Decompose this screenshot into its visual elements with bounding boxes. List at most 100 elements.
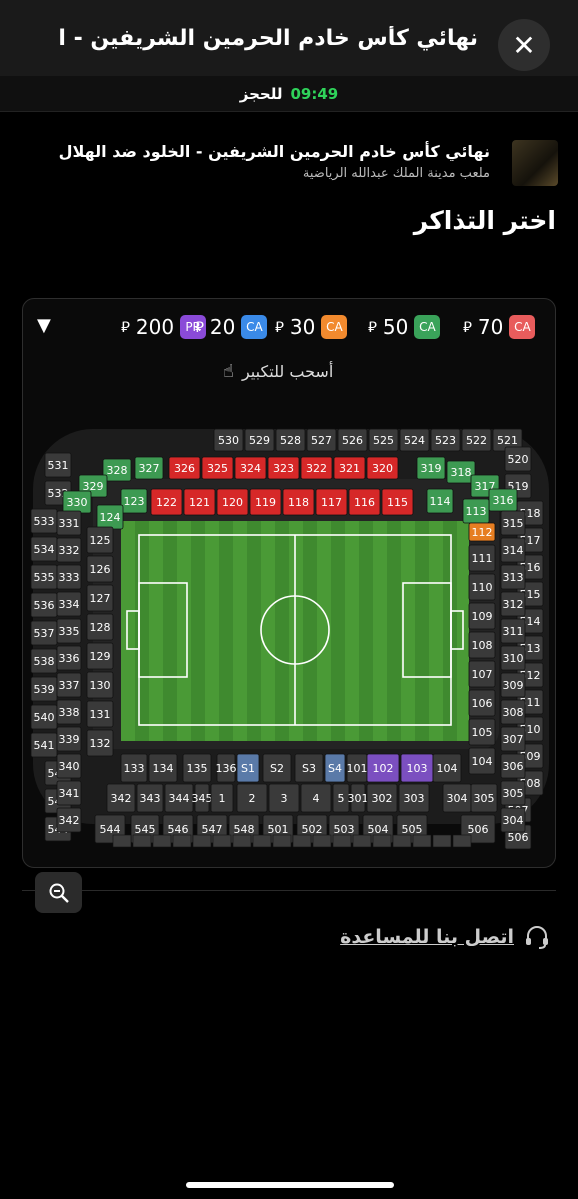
seat-section-316[interactable]: 316 [488,488,518,512]
seat-section-341[interactable]: 341 [56,780,82,806]
seat-section-304[interactable]: 304 [442,783,472,813]
seat-section-302[interactable]: 302 [366,783,398,813]
seat-section-307[interactable]: 307 [500,726,526,752]
seat-section-301[interactable]: 301 [348,783,369,813]
skybox-suite[interactable] [352,834,372,848]
seat-section-128[interactable]: 128 [86,613,114,641]
skybox-suite[interactable] [372,834,392,848]
seat-section-313[interactable]: 313 [500,564,526,590]
seat-section-530[interactable]: 530 [213,428,244,452]
price-option-ca50[interactable]: ⃁ 50 CA [368,315,441,339]
seat-section-327[interactable]: 327 [134,456,164,480]
seat-section-305[interactable]: 305 [500,780,526,806]
seat-section-104[interactable]: 104 [432,753,462,783]
seat-section-310[interactable]: 310 [500,645,526,671]
seat-section-134[interactable]: 134 [148,753,178,783]
seat-section-324[interactable]: 324 [234,456,267,480]
seat-section-114[interactable]: 114 [426,488,454,514]
seat-section-529[interactable]: 529 [244,428,275,452]
price-option-ca70[interactable]: ⃁ 70 CA [463,315,536,339]
skybox-suite[interactable] [412,834,432,848]
seat-section-120[interactable]: 120 [216,488,249,516]
seat-section-S1[interactable]: S1 [236,753,260,783]
seat-section-540[interactable]: 540 [30,704,58,730]
chevron-down-icon[interactable]: ▼ [37,315,51,336]
seat-section-522[interactable]: 522 [461,428,492,452]
seat-section-323[interactable]: 323 [267,456,300,480]
seat-section-121[interactable]: 121 [183,488,216,516]
skybox-suite[interactable] [152,834,172,848]
skybox-suite[interactable] [392,834,412,848]
seat-section-523[interactable]: 523 [430,428,461,452]
seat-section-113[interactable]: 113 [462,498,490,524]
seat-section-125[interactable]: 125 [86,526,114,554]
seat-section-107[interactable]: 107 [468,660,496,688]
seat-section-109[interactable]: 109 [468,602,496,630]
seat-section-320[interactable]: 320 [366,456,399,480]
seat-section-303[interactable]: 303 [398,783,430,813]
seat-section-331[interactable]: 331 [56,510,82,536]
seat-section-534[interactable]: 534 [30,536,58,562]
skybox-suite[interactable] [292,834,312,848]
seat-section-103[interactable]: 103 [400,753,434,783]
seat-section-342[interactable]: 342 [56,807,82,833]
seat-section-101[interactable]: 101 [347,753,368,783]
seat-section-132[interactable]: 132 [86,729,114,757]
seat-section-119[interactable]: 119 [249,488,282,516]
contact-support-link[interactable]: اتصل بنا للمساعدة [340,924,550,950]
stadium-seat-map[interactable]: 5215225235245255265275285295305315325335… [23,419,555,859]
seat-section-325[interactable]: 325 [201,456,234,480]
seat-section-131[interactable]: 131 [86,700,114,728]
seat-section-S3[interactable]: S3 [294,753,324,783]
seat-section-104[interactable]: 104 [468,747,496,775]
skybox-suite[interactable] [312,834,332,848]
seat-section-342[interactable]: 342 [106,783,136,813]
seat-section-332[interactable]: 332 [56,537,82,563]
skybox-suite[interactable] [332,834,352,848]
seat-section-122[interactable]: 122 [150,488,183,516]
seat-section-333[interactable]: 333 [56,564,82,590]
seat-section-115[interactable]: 115 [381,488,414,516]
seat-section-136[interactable]: 136 [216,753,237,783]
seat-section-531[interactable]: 531 [44,452,72,478]
seat-section-306[interactable]: 306 [500,753,526,779]
seat-section-524[interactable]: 524 [399,428,430,452]
price-option-ca20[interactable]: ⃁ 20 CA [195,315,268,339]
seat-section-319[interactable]: 319 [416,456,446,480]
seat-section-322[interactable]: 322 [300,456,333,480]
skybox-suite[interactable] [132,834,152,848]
seat-section-336[interactable]: 336 [56,645,82,671]
seat-section-339[interactable]: 339 [56,726,82,752]
seat-section-133[interactable]: 133 [120,753,148,783]
seat-section-334[interactable]: 334 [56,591,82,617]
skybox-suite[interactable] [432,834,452,848]
seat-section-116[interactable]: 116 [348,488,381,516]
seat-section-110[interactable]: 110 [468,573,496,601]
skybox-suite[interactable] [252,834,272,848]
seat-section-326[interactable]: 326 [168,456,201,480]
seat-section-123[interactable]: 123 [120,488,148,514]
seat-section-538[interactable]: 538 [30,648,58,674]
seat-section-S2[interactable]: S2 [262,753,292,783]
seat-section-117[interactable]: 117 [315,488,348,516]
seat-section-528[interactable]: 528 [275,428,306,452]
price-option-pr200[interactable]: ⃁ 200 PR [121,315,207,339]
seat-section-309[interactable]: 309 [500,672,526,698]
seat-section-526[interactable]: 526 [337,428,368,452]
seat-section-344[interactable]: 344 [164,783,194,813]
seat-section-338[interactable]: 338 [56,699,82,725]
seat-section-305[interactable]: 305 [470,783,498,813]
seat-section-315[interactable]: 315 [500,510,526,536]
skybox-suite[interactable] [212,834,232,848]
seat-section-124[interactable]: 124 [96,504,124,530]
seat-section-308[interactable]: 308 [500,699,526,725]
seat-section-126[interactable]: 126 [86,555,114,583]
skybox-suite[interactable] [192,834,212,848]
seat-section-343[interactable]: 343 [136,783,164,813]
seat-section-129[interactable]: 129 [86,642,114,670]
price-option-ca30[interactable]: ⃁ 30 CA [275,315,348,339]
skybox-suite[interactable] [112,834,132,848]
seat-section-533[interactable]: 533 [30,508,58,534]
seat-section-335[interactable]: 335 [56,618,82,644]
seat-section-330[interactable]: 330 [62,490,92,514]
